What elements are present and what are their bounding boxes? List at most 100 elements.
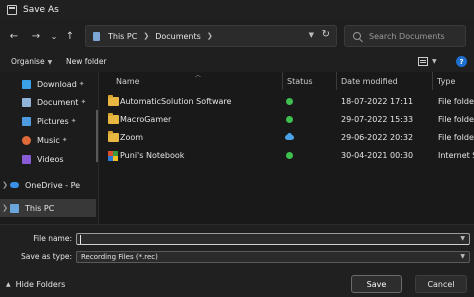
sidebar-item-pictures[interactable]: Pictures ✦ — [0, 112, 96, 130]
chevron-down-icon[interactable]: ▼ — [309, 31, 314, 39]
search-box[interactable] — [344, 25, 466, 47]
navigation-pane: Download ✦ Document ✦ Pictures ✦ Music ✦… — [0, 72, 96, 224]
web-shortcut-icon — [108, 151, 118, 161]
sidebar-item-onedrive[interactable]: ❯ OneDrive - Pe — [0, 176, 96, 194]
folder-icon — [108, 95, 119, 106]
sidebar-item-videos[interactable]: Videos — [0, 150, 96, 168]
view-options-icon[interactable] — [418, 57, 428, 66]
text-cursor — [80, 235, 81, 244]
window-icon — [7, 5, 17, 15]
new-folder-button[interactable]: New folder — [66, 57, 107, 66]
file-name-input[interactable]: ▼ — [76, 233, 470, 245]
sidebar-item-label: OneDrive - Pe — [25, 180, 81, 190]
sidebar-item-label: This PC — [25, 203, 55, 213]
search-input[interactable] — [369, 31, 459, 41]
save-as-type-value: Recording Files (*.rec) — [81, 253, 158, 261]
videos-icon — [22, 154, 31, 164]
this-pc-icon — [93, 31, 100, 41]
folder-icon — [108, 131, 119, 142]
save-as-type-label: Save as type: — [21, 252, 72, 261]
file-name: MacroGamer — [120, 115, 172, 124]
this-pc-icon — [10, 203, 19, 213]
hide-folders-toggle[interactable]: ▲ Hide Folders — [6, 280, 65, 289]
sidebar-item-documents[interactable]: Document ✦ — [0, 93, 96, 111]
chevron-down-icon[interactable]: ▼ — [432, 58, 437, 65]
file-name: AutomaticSolution Software — [120, 97, 232, 106]
save-form: File name: ▼ Save as type: Recording Fil… — [0, 224, 474, 297]
file-date: 29-06-2022 20:32 — [341, 133, 414, 142]
column-divider[interactable] — [282, 72, 283, 90]
music-icon — [22, 135, 31, 145]
breadcrumb-documents[interactable]: Documents — [155, 32, 201, 41]
file-type: Internet S — [438, 151, 474, 160]
help-icon[interactable]: ? — [456, 56, 467, 67]
file-row[interactable]: Zoom 29-06-2022 20:32 File folder — [99, 130, 474, 146]
column-header-date-modified[interactable]: Date modified — [341, 72, 398, 90]
file-name: Zoom — [120, 133, 144, 142]
pin-icon: ✦ — [61, 136, 68, 144]
file-row[interactable]: MacroGamer 29-07-2022 15:33 File folder — [99, 112, 474, 128]
pin-icon: ✦ — [80, 98, 87, 106]
hide-folders-label: Hide Folders — [15, 280, 66, 289]
sidebar-item-label: Download — [37, 79, 77, 89]
forward-button[interactable]: → — [28, 28, 44, 44]
status-synced-icon — [286, 98, 293, 105]
status-cloud-icon — [285, 133, 294, 140]
file-date: 30-04-2021 00:30 — [341, 151, 414, 160]
back-button[interactable]: ← — [6, 28, 22, 44]
title-bar: Save As — [0, 0, 474, 20]
chevron-down-icon[interactable]: ▼ — [460, 235, 465, 242]
onedrive-icon — [10, 182, 19, 188]
sidebar-item-downloads[interactable]: Download ✦ — [0, 75, 96, 93]
folder-icon — [108, 113, 119, 124]
file-type: File folder — [438, 133, 474, 142]
file-name-label: File name: — [33, 234, 72, 243]
pin-icon: ✦ — [78, 80, 85, 88]
recent-locations-button[interactable]: ⌄ — [46, 28, 62, 44]
sidebar-item-label: Videos — [37, 154, 64, 164]
sidebar-item-music[interactable]: Music ✦ — [0, 131, 96, 149]
pin-icon: ✦ — [70, 117, 77, 125]
chevron-right-icon[interactable]: ❯ — [143, 32, 149, 40]
chevron-up-icon: ▲ — [6, 281, 11, 288]
up-button[interactable]: ↑ — [62, 28, 78, 44]
file-type: File folder — [438, 115, 474, 124]
document-icon — [22, 97, 31, 107]
file-type: File folder — [438, 97, 474, 106]
chevron-right-icon[interactable]: ❯ — [207, 32, 213, 40]
file-date: 29-07-2022 15:33 — [341, 115, 414, 124]
chevron-down-icon[interactable]: ▼ — [460, 253, 465, 260]
address-bar[interactable]: This PC ❯ Documents ❯ ▼ ↻ — [85, 25, 337, 47]
sidebar-item-label: Pictures — [37, 116, 69, 126]
cancel-button[interactable]: Cancel — [415, 275, 467, 293]
pictures-icon — [22, 116, 31, 126]
sidebar-item-label: Document — [37, 97, 79, 107]
column-divider[interactable] — [336, 72, 337, 90]
chevron-right-icon[interactable]: ❯ — [0, 181, 10, 189]
column-header-status[interactable]: Status — [287, 72, 313, 90]
chevron-right-icon[interactable]: ❯ — [0, 204, 10, 212]
file-row[interactable]: AutomaticSolution Software 18-07-2022 17… — [99, 94, 474, 110]
sort-ascending-icon: ︿ — [195, 72, 202, 79]
download-icon — [22, 79, 31, 89]
status-synced-icon — [286, 116, 293, 123]
search-icon — [353, 32, 361, 40]
breadcrumb-this-pc[interactable]: This PC — [108, 32, 137, 41]
status-synced-icon — [286, 152, 293, 159]
refresh-button[interactable]: ↻ — [322, 29, 330, 40]
column-header-type[interactable]: Type — [437, 72, 455, 90]
save-as-type-select[interactable]: Recording Files (*.rec) ▼ — [76, 251, 470, 263]
column-divider[interactable] — [432, 72, 433, 90]
organise-menu[interactable]: Organise ▼ — [11, 57, 52, 66]
save-button[interactable]: Save — [351, 275, 402, 293]
file-name: Puni's Notebook — [120, 151, 185, 160]
sidebar-item-this-pc[interactable]: ❯ This PC — [0, 199, 96, 217]
file-list: ︿ Name Status Date modified Type Automat… — [98, 72, 474, 224]
file-row[interactable]: Puni's Notebook 30-04-2021 00:30 Interne… — [99, 148, 474, 164]
file-date: 18-07-2022 17:11 — [341, 97, 414, 106]
navigation-bar: ← → ⌄ ↑ This PC ❯ Documents ❯ ▼ ↻ — [0, 20, 474, 52]
window-title: Save As — [23, 5, 59, 15]
column-header-name[interactable]: Name — [116, 72, 140, 90]
organise-label: Organise — [11, 57, 45, 66]
sidebar-item-label: Music — [37, 135, 60, 145]
